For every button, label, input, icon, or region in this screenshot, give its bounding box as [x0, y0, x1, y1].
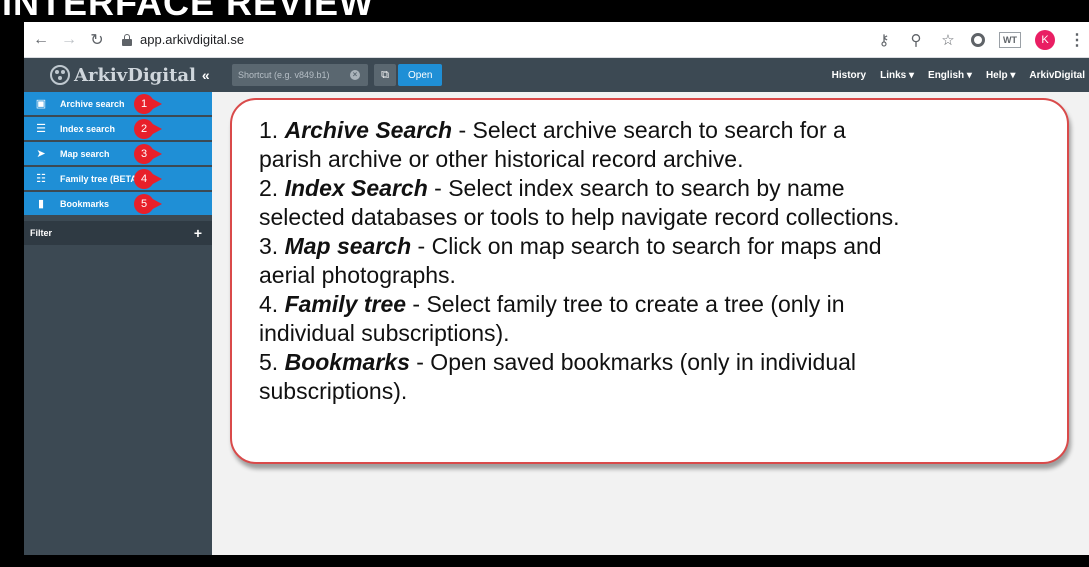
address-bar[interactable]: app.arkivdigital.se: [140, 32, 244, 47]
zoom-icon[interactable]: ⚲: [907, 31, 925, 49]
sidebar-item-family-tree[interactable]: ☷ Family tree (BETA) 4: [24, 167, 212, 192]
callout-number-badge: 5: [134, 194, 164, 214]
star-icon[interactable]: ☆: [939, 31, 957, 49]
nav-links: History Links ▾ English ▾ Help ▾ ArkivDi…: [832, 58, 1085, 92]
shortcut-field[interactable]: ×: [232, 64, 368, 86]
bookmark-icon: ▮: [37, 198, 45, 210]
sidebar-item-bookmarks[interactable]: ▮ Bookmarks 5: [24, 192, 212, 217]
nav-history[interactable]: History: [832, 70, 866, 81]
callout-line: subscriptions).: [259, 378, 408, 404]
filter-row[interactable]: Filter +: [24, 221, 212, 245]
callout-line: 2. Index Search - Select index search to…: [259, 175, 845, 201]
nav-account[interactable]: ArkivDigital: [1029, 70, 1085, 81]
sidebar-item-archive-search[interactable]: ▣ Archive search 1: [24, 92, 212, 117]
sidebar-item-label: Family tree (BETA): [60, 173, 140, 184]
nav-language-dropdown[interactable]: English ▾: [928, 70, 972, 81]
cropped-heading: INTERFACE REVIEW: [2, 0, 375, 23]
menu-kebab-icon[interactable]: ⋮: [1069, 30, 1085, 50]
archive-icon: ▣: [35, 98, 47, 110]
callout-line: parish archive or other historical recor…: [259, 146, 744, 172]
callout-line: 5. Bookmarks - Open saved bookmarks (onl…: [259, 349, 857, 375]
forward-arrow-icon[interactable]: →: [58, 29, 80, 51]
reload-icon[interactable]: ↻: [86, 29, 108, 51]
logo[interactable]: ArkivDigital «: [24, 58, 214, 92]
callout-line: aerial photographs.: [259, 262, 456, 288]
callout-line: selected databases or tools to help navi…: [259, 204, 900, 230]
callout-number-badge: 3: [134, 144, 164, 164]
sidebar-item-label: Bookmarks: [60, 198, 110, 209]
shortcut-input[interactable]: [238, 70, 348, 80]
callout-number-badge: 4: [134, 169, 164, 189]
callout-line: 4. Family tree - Select family tree to c…: [259, 291, 845, 317]
nav-help-dropdown[interactable]: Help ▾: [986, 70, 1015, 81]
copy-icon[interactable]: ⧉: [374, 64, 396, 86]
logo-text: ArkivDigital: [74, 64, 196, 86]
clear-icon[interactable]: ×: [350, 70, 360, 80]
callout-line: 1. Archive Search - Select archive searc…: [259, 117, 846, 143]
browser-toolbar: ← → ↻ app.arkivdigital.se ⚷ ⚲ ☆ WT K ⋮: [24, 22, 1089, 58]
open-button[interactable]: Open: [398, 64, 443, 86]
lock-icon: [122, 33, 132, 46]
key-icon[interactable]: ⚷: [875, 31, 893, 49]
sidebar-item-map-search[interactable]: ➤ Map search 3: [24, 142, 212, 167]
sidebar-item-label: Index search: [60, 123, 116, 134]
back-arrow-icon[interactable]: ←: [30, 29, 52, 51]
family-tree-icon: ☷: [36, 173, 46, 185]
collapse-sidebar-icon[interactable]: «: [202, 67, 210, 83]
profile-avatar[interactable]: K: [1035, 30, 1055, 50]
logo-mark-icon: [50, 65, 70, 85]
sidebar-item-index-search[interactable]: ☰ Index search 2: [24, 117, 212, 142]
main-content: 1. Archive Search - Select archive searc…: [212, 92, 1089, 555]
add-filter-icon[interactable]: +: [194, 225, 202, 241]
instruction-callout: 1. Archive Search - Select archive searc…: [230, 98, 1069, 464]
extension-wt-icon[interactable]: WT: [999, 32, 1021, 48]
nav-links-dropdown[interactable]: Links ▾: [880, 70, 914, 81]
callout-line: individual subscriptions).: [259, 320, 510, 346]
list-icon: ☰: [36, 123, 46, 135]
sidebar-item-label: Archive search: [60, 98, 125, 109]
sidebar-item-label: Map search: [60, 148, 110, 159]
callout-line: 3. Map search - Click on map search to s…: [259, 233, 882, 259]
app-navbar: ArkivDigital « × ⧉ Open History Links ▾ …: [24, 58, 1089, 92]
sidebar: ▣ Archive search 1 ☰ Index search 2 ➤ Ma…: [24, 92, 212, 555]
filter-label: Filter: [30, 228, 53, 238]
screenshot-stage: INTERFACE REVIEW ← → ↻ app.arkivdigital.…: [0, 0, 1089, 567]
callout-number-badge: 2: [134, 119, 164, 139]
callout-number-badge: 1: [134, 94, 164, 114]
extension-circle-icon[interactable]: [971, 33, 985, 47]
browser-window: ← → ↻ app.arkivdigital.se ⚷ ⚲ ☆ WT K ⋮ A…: [24, 22, 1089, 555]
location-arrow-icon: ➤: [36, 148, 46, 160]
